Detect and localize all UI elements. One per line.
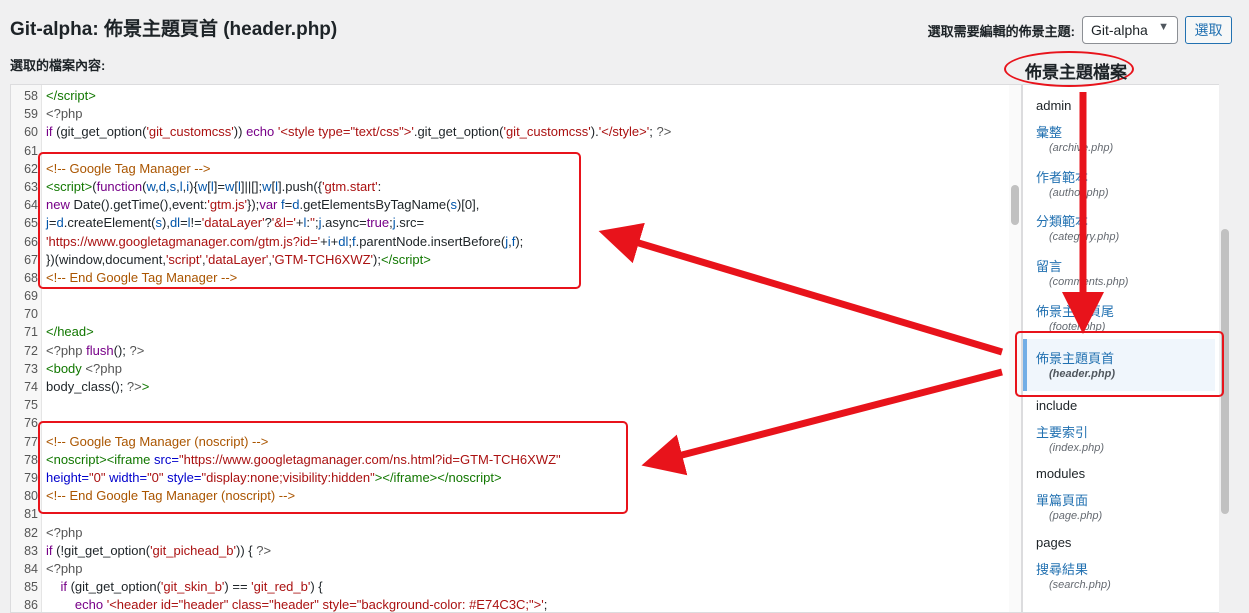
arrow-to-gtm-noscript — [641, 368, 1003, 476]
arrow-to-gtm-head — [598, 222, 1004, 356]
annotation-arrows — [598, 92, 1104, 476]
